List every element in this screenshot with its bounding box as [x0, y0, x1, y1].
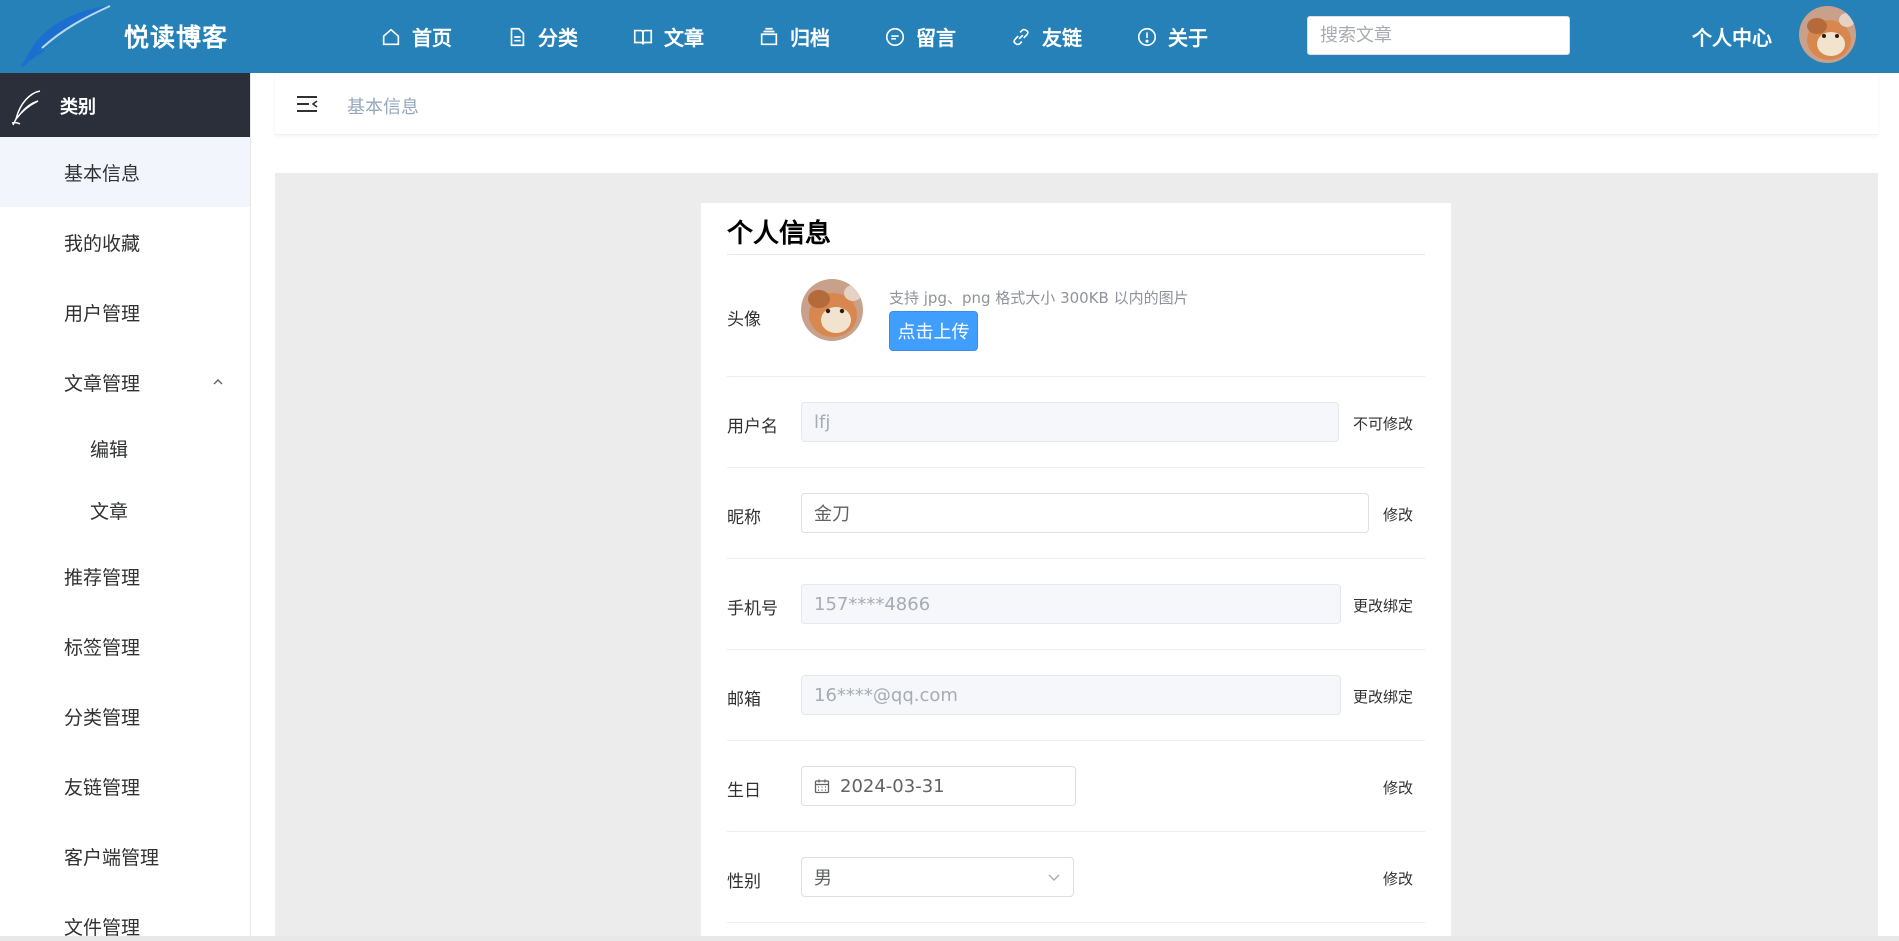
page-title: 个人信息 — [727, 203, 1425, 255]
nickname-label: 昵称 — [727, 508, 761, 528]
sidebar-item-recommend[interactable]: 推荐管理 — [0, 541, 250, 611]
main-nav: 首页 分类 文章 归档 留言 友链 关于 — [380, 0, 1262, 73]
sidebar-item-article-management[interactable]: 文章管理 — [0, 347, 250, 417]
nickname-field[interactable]: 金刀 — [801, 493, 1369, 533]
nav-label: 留言 — [916, 26, 956, 50]
brand-title[interactable]: 悦读博客 — [124, 18, 228, 54]
search-input[interactable] — [1307, 16, 1570, 55]
nav-links[interactable]: 友链 — [1010, 22, 1082, 51]
breadcrumb: 基本信息 — [275, 73, 1878, 135]
top-navbar: 悦读博客 首页 分类 文章 归档 留言 友链 关于 搜索文章 个人中心 — [0, 0, 1899, 73]
horizontal-scrollbar[interactable] — [0, 936, 1899, 941]
nav-label: 分类 — [538, 26, 578, 50]
home-icon — [382, 28, 400, 45]
email-field[interactable]: 16****@qq.com — [801, 675, 1341, 715]
birthday-value: 2024-03-31 — [840, 775, 945, 797]
sidebar-item-users[interactable]: 用户管理 — [0, 277, 250, 347]
archive-icon — [760, 27, 778, 45]
sidebar-title: 类别 — [60, 97, 96, 118]
sidebar-item-label: 文章管理 — [64, 372, 141, 395]
chevron-down-icon — [1048, 874, 1060, 881]
edit-birthday-button[interactable]: 修改 — [1383, 777, 1413, 798]
sidebar-subitem-articles[interactable]: 文章 — [0, 479, 250, 541]
username-label: 用户名 — [727, 417, 778, 437]
sidebar-item-tags[interactable]: 标签管理 — [0, 611, 250, 681]
collapse-menu-icon[interactable] — [296, 94, 318, 114]
username-field[interactable]: lfj — [801, 402, 1339, 442]
book-icon — [633, 29, 653, 44]
chevron-up-icon — [213, 379, 223, 385]
edit-gender-button[interactable]: 修改 — [1383, 868, 1413, 889]
nav-category[interactable]: 分类 — [506, 22, 578, 51]
phone-field[interactable]: 157****4866 — [801, 584, 1341, 624]
avatar-row: 头像 支持 jpg、png 格式大小 300KB 以内的图片 点击上传 — [727, 255, 1425, 377]
nav-label: 友链 — [1042, 26, 1082, 50]
birthday-date-picker[interactable]: 2024-03-31 — [801, 766, 1076, 806]
sidebar-item-categories[interactable]: 分类管理 — [0, 681, 250, 751]
upload-tip: 支持 jpg、png 格式大小 300KB 以内的图片 — [889, 289, 1189, 307]
info-icon — [1137, 27, 1157, 46]
email-row: 邮箱 16****@qq.com 更改绑定 — [727, 650, 1425, 741]
nav-label: 首页 — [412, 26, 452, 50]
gender-value: 男 — [814, 868, 832, 889]
gender-select[interactable]: 男 — [801, 857, 1074, 897]
username-action: 不可修改 — [1352, 415, 1413, 433]
nav-articles[interactable]: 文章 — [632, 22, 704, 51]
nav-home[interactable]: 首页 — [380, 22, 452, 51]
link-icon — [1013, 28, 1029, 45]
sidebar-item-basic-info[interactable]: 基本信息 — [0, 137, 250, 207]
sidebar-subitem-edit[interactable]: 编辑 — [0, 417, 250, 479]
avatar[interactable] — [801, 279, 863, 341]
avatar-label: 头像 — [727, 310, 761, 330]
nav-label: 关于 — [1168, 26, 1208, 50]
gender-label: 性别 — [727, 872, 761, 892]
sidebar: 类别 基本信息 我的收藏 用户管理 文章管理 编辑 文章 推荐管理 标签管理 分… — [0, 73, 251, 941]
sidebar-item-favorites[interactable]: 我的收藏 — [0, 207, 250, 277]
sidebar-header: 类别 — [0, 73, 250, 137]
document-icon — [510, 27, 525, 46]
sidebar-item-files[interactable]: 文件管理 — [0, 891, 250, 941]
calendar-icon — [814, 779, 830, 794]
rebind-email-button[interactable]: 更改绑定 — [1353, 686, 1413, 707]
message-icon — [885, 27, 905, 46]
phone-row: 手机号 157****4866 更改绑定 — [727, 559, 1425, 650]
nav-guestbook[interactable]: 留言 — [884, 22, 956, 51]
username-row: 用户名 lfj 不可修改 — [727, 377, 1425, 468]
birthday-label: 生日 — [727, 781, 761, 801]
nav-label: 归档 — [790, 26, 830, 50]
logo-feather-icon[interactable] — [14, 2, 114, 70]
birthday-row: 生日 2024-03-31 修改 — [727, 741, 1425, 832]
quill-icon — [11, 90, 41, 126]
nav-label: 文章 — [664, 26, 704, 50]
rebind-phone-button[interactable]: 更改绑定 — [1353, 595, 1413, 616]
email-label: 邮箱 — [727, 690, 761, 710]
nickname-row: 昵称 金刀 修改 — [727, 468, 1425, 559]
breadcrumb-current[interactable]: 基本信息 — [347, 93, 419, 119]
user-center-link[interactable]: 个人中心 — [1692, 22, 1772, 51]
phone-label: 手机号 — [727, 599, 778, 619]
sidebar-item-clients[interactable]: 客户端管理 — [0, 821, 250, 891]
profile-card: 个人信息 头像 支持 jpg、png 格式大小 300KB 以内的图片 点击上传… — [701, 203, 1451, 941]
nav-about[interactable]: 关于 — [1136, 22, 1208, 51]
upload-button[interactable]: 点击上传 — [889, 311, 978, 351]
sidebar-item-friend-links[interactable]: 友链管理 — [0, 751, 250, 821]
nav-archive[interactable]: 归档 — [758, 22, 830, 51]
gender-row: 性别 男 修改 — [727, 832, 1425, 923]
edit-nickname-button[interactable]: 修改 — [1383, 504, 1413, 525]
avatar[interactable] — [1799, 6, 1856, 63]
